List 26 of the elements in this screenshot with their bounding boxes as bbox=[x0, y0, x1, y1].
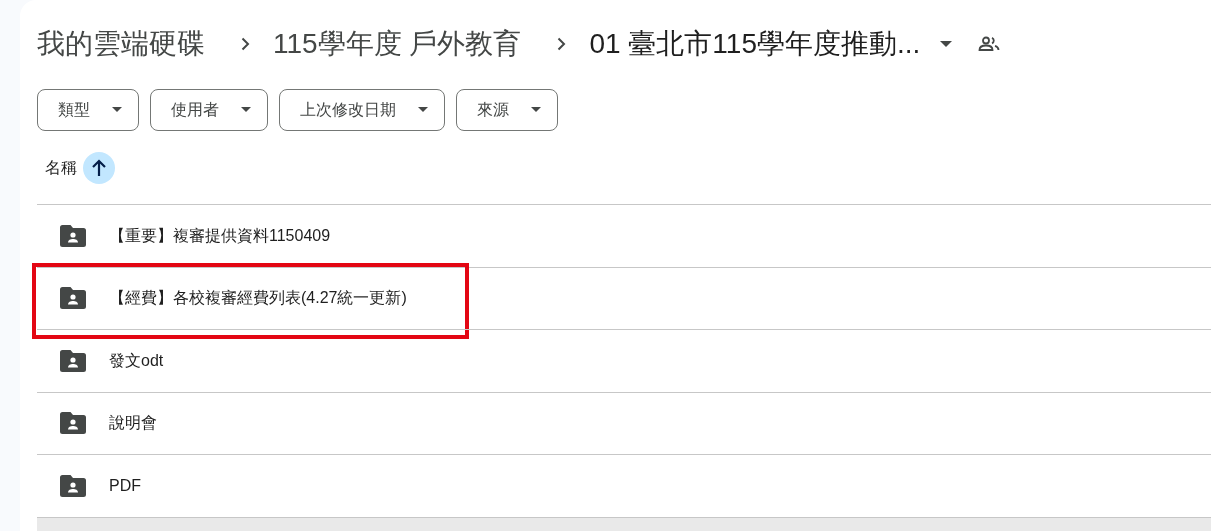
caret-icon bbox=[531, 107, 541, 112]
chevron-icon bbox=[240, 37, 250, 51]
filter-chip[interactable]: 使用者 bbox=[150, 88, 268, 131]
breadcrumb-item[interactable]: 01 臺北市115學年度推動... bbox=[589, 23, 921, 65]
folder-icon bbox=[60, 287, 86, 310]
folder-icon bbox=[60, 474, 86, 497]
file-name[interactable]: 【重要】複審提供資料1150409 bbox=[109, 223, 331, 248]
filter-chip[interactable]: 類型 bbox=[37, 88, 139, 131]
folder-icon bbox=[60, 412, 86, 435]
caret-icon bbox=[112, 107, 122, 112]
caret-icon bbox=[241, 107, 251, 112]
caret-icon bbox=[418, 107, 428, 112]
file-name[interactable]: PDF bbox=[109, 473, 141, 498]
filter-chip[interactable]: 上次修改日期 bbox=[279, 88, 445, 131]
sort-button[interactable] bbox=[83, 151, 115, 184]
folder-icon bbox=[60, 224, 86, 247]
breadcrumb-item[interactable]: 115學年度 戶外教育 bbox=[273, 23, 522, 65]
folder-icon bbox=[60, 349, 86, 372]
filter-chip[interactable]: 來源 bbox=[456, 88, 558, 131]
breadcrumb-item[interactable]: 我的雲端硬碟 bbox=[37, 23, 205, 65]
file-name[interactable]: 說明會 bbox=[109, 411, 157, 436]
chevron-icon bbox=[556, 37, 566, 51]
column-header[interactable]: 名稱 bbox=[45, 155, 77, 180]
file-name[interactable]: 發文odt bbox=[109, 348, 164, 373]
file-name[interactable]: 【經費】各校複審經費列表(4.27統一更新) bbox=[109, 286, 407, 311]
people-icon[interactable] bbox=[978, 36, 1001, 52]
